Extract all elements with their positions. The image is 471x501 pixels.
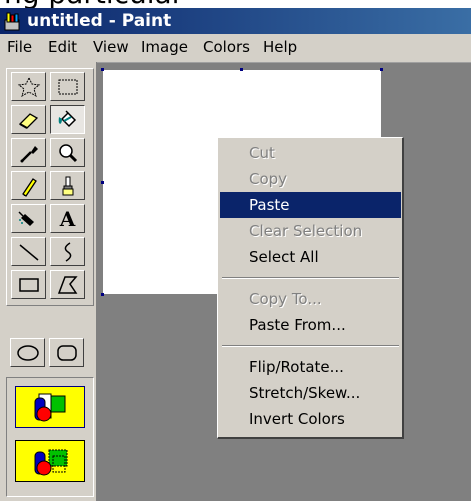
rectangle-tool[interactable]: [11, 270, 46, 299]
airbrush-tool[interactable]: [11, 204, 46, 233]
resize-handle-bottom-left: [101, 293, 104, 296]
context-menu: Cut Copy Paste Clear Selection Select Al…: [217, 137, 404, 439]
eyedropper-icon: [20, 145, 38, 162]
tool-options-box: [6, 377, 94, 497]
menu-image[interactable]: Image: [141, 38, 188, 56]
opaque-background-icon: [34, 393, 66, 422]
tool-grid: A: [6, 68, 94, 306]
line-tool[interactable]: [11, 237, 46, 266]
menu-file[interactable]: File: [7, 38, 32, 56]
menu-item-flip-rotate[interactable]: Flip/Rotate...: [220, 354, 401, 380]
menu-item-paste-from[interactable]: Paste From...: [220, 312, 401, 338]
transparent-background-option[interactable]: [15, 440, 85, 482]
window-title: untitled - Paint: [27, 11, 172, 31]
resize-handle-top-left: [101, 68, 104, 71]
line-icon: [19, 243, 38, 261]
menu-item-paste[interactable]: Paste: [220, 192, 401, 218]
menu-help[interactable]: Help: [263, 38, 297, 56]
eraser-icon: [18, 112, 38, 129]
menu-item-stretch-skew[interactable]: Stretch/Skew...: [220, 380, 401, 406]
menu-item-copy-to[interactable]: Copy To...: [220, 286, 401, 312]
polygon-icon: [57, 275, 78, 294]
opaque-background-option[interactable]: [15, 386, 85, 428]
magnifier-icon: [58, 143, 77, 162]
menu-edit[interactable]: Edit: [48, 38, 77, 56]
curve-icon: [64, 241, 71, 262]
free-form-select-icon: [17, 76, 40, 97]
polygon-tool[interactable]: [50, 270, 85, 299]
magnifier-tool[interactable]: [50, 138, 85, 167]
free-form-select-tool[interactable]: [11, 72, 46, 101]
menu-item-invert-colors[interactable]: Invert Colors: [220, 406, 401, 432]
pick-color-tool[interactable]: [11, 138, 46, 167]
partial-text-strip: ng particular: [0, 0, 471, 8]
tool-box: A: [0, 62, 97, 501]
brush-icon: [62, 176, 73, 195]
rectangle-icon: [18, 277, 39, 292]
text-icon: A: [59, 206, 76, 231]
fill-tool[interactable]: [50, 105, 85, 134]
menu-view[interactable]: View: [93, 38, 129, 56]
title-bar[interactable]: untitled - Paint: [0, 8, 471, 34]
ellipse-tool[interactable]: [10, 338, 45, 367]
eraser-tool[interactable]: [11, 105, 46, 134]
resize-handle-top-right[interactable]: [380, 68, 383, 71]
resize-handle-top: [240, 68, 243, 71]
resize-handle-left: [101, 181, 104, 184]
rectangle-select-icon: [58, 79, 77, 94]
rectangle-select-tool[interactable]: [50, 72, 85, 101]
menu-separator: [222, 277, 399, 279]
paint-app-icon[interactable]: [2, 11, 22, 31]
curve-tool[interactable]: [50, 237, 85, 266]
pencil-tool[interactable]: [11, 171, 46, 200]
transparent-background-icon: [34, 449, 68, 476]
partial-text: ng particular: [4, 0, 183, 8]
menu-item-clear-selection[interactable]: Clear Selection: [220, 218, 401, 244]
paint-bucket-icon: [58, 109, 76, 127]
menu-separator: [222, 345, 399, 347]
rounded-rectangle-tool[interactable]: [49, 338, 84, 367]
text-tool[interactable]: A: [50, 204, 85, 233]
menu-item-select-all[interactable]: Select All: [220, 244, 401, 270]
airbrush-icon: [17, 210, 34, 226]
menu-item-copy[interactable]: Copy: [220, 166, 401, 192]
rounded-rectangle-icon: [56, 344, 77, 361]
brush-tool[interactable]: [50, 171, 85, 200]
menu-bar: File Edit View Image Colors Help: [0, 34, 471, 63]
menu-colors[interactable]: Colors: [203, 38, 250, 56]
menu-item-cut[interactable]: Cut: [220, 140, 401, 166]
pencil-icon: [21, 177, 37, 197]
ellipse-icon: [16, 344, 39, 361]
